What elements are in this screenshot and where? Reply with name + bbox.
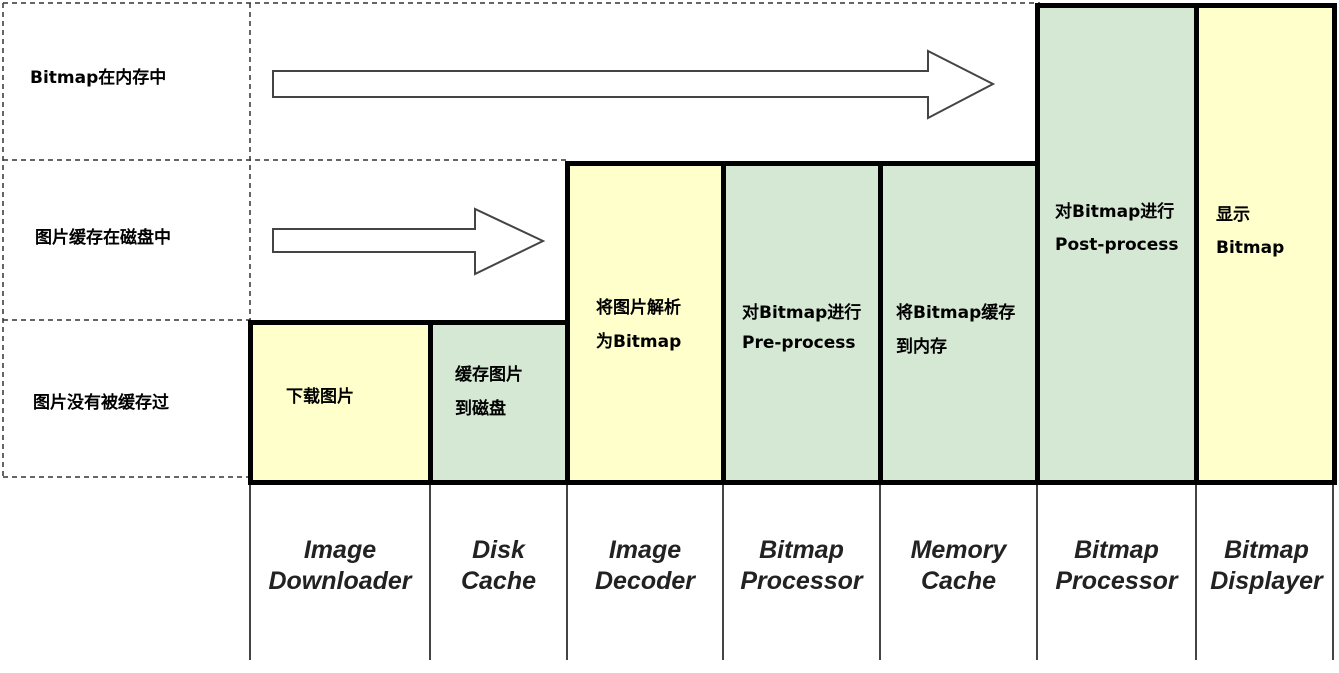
step-text: 下载图片 [286,387,354,407]
step-text: 将图片解析 [596,298,681,318]
step-memory-cache: 将Bitmap缓存 到内存 [878,161,1041,485]
step-text: 到磁盘 [455,399,506,419]
component-bitmap-processor-pre: Bitmap Processor [723,535,880,597]
step-display: 显示 Bitmap [1194,3,1337,485]
component-label: Image [303,536,377,564]
component-label: Downloader [268,567,412,595]
step-download: 下载图片 [248,320,434,485]
step-decode: 将图片解析 为Bitmap [565,161,727,485]
step-text: 将Bitmap缓存 [896,303,1016,323]
step-text: Post-process [1055,235,1179,255]
component-label: Cache [460,567,537,595]
component-bitmap-processor-post: Bitmap Processor [1037,535,1196,597]
arrow-right-icon [272,207,546,276]
component-label: Bitmap [1074,536,1159,564]
step-pre-process: 对Bitmap进行 Pre-process [721,161,884,485]
component-bitmap-displayer: Bitmap Displayer [1196,535,1337,597]
step-text: Pre-process [742,333,856,353]
image-loading-pipeline-diagram: Bitmap在内存中 图片缓存在磁盘中 图片没有被缓存过 下载图片 缓存图片 到… [0,0,1339,673]
component-image-decoder: Image Decoder [567,535,723,597]
row-label-not-cached: 图片没有被缓存过 [33,393,169,413]
step-text: 显示 [1216,205,1250,225]
component-label: Decoder [594,567,696,595]
component-label: Processor [1055,567,1178,595]
step-text: 到内存 [896,337,947,357]
component-label: Image [608,536,682,564]
component-label: Disk [472,536,525,564]
component-disk-cache: Disk Cache [430,535,567,597]
step-text: Bitmap [1216,238,1285,258]
step-text: 对Bitmap进行 [742,303,862,323]
step-disk-cache: 缓存图片 到磁盘 [428,320,571,485]
component-memory-cache: Memory Cache [880,535,1037,597]
row-label-in-memory: Bitmap在内存中 [30,68,167,88]
component-label: Cache [920,567,997,595]
component-label: Displayer [1210,567,1323,595]
component-label: Processor [740,567,863,595]
step-text: 为Bitmap [596,332,682,352]
component-label: Bitmap [759,536,844,564]
step-text: 缓存图片 [455,365,523,385]
step-post-process: 对Bitmap进行 Post-process [1035,3,1200,485]
step-text: 对Bitmap进行 [1055,202,1175,222]
component-label: Memory [910,536,1007,564]
component-label: Bitmap [1224,536,1309,564]
row-label-on-disk: 图片缓存在磁盘中 [35,228,171,248]
component-image-downloader: Image Downloader [250,535,430,597]
arrow-right-icon [272,49,996,120]
